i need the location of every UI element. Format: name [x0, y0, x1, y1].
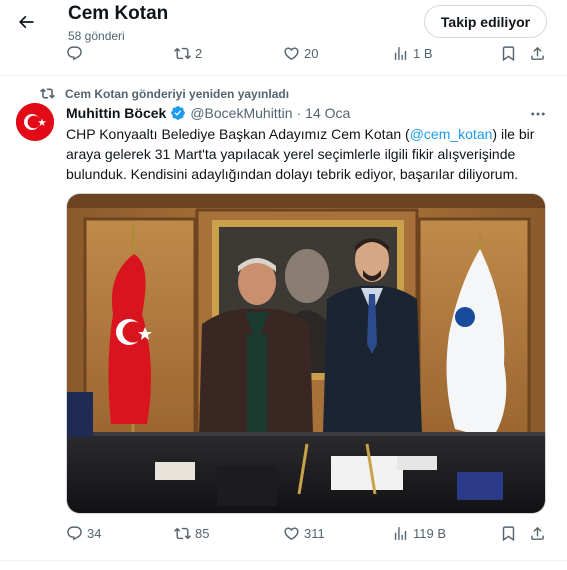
- retweet-icon: [174, 527, 191, 540]
- author-handle[interactable]: @BocekMuhittin: [190, 105, 292, 121]
- bookmark-button[interactable]: [500, 525, 517, 542]
- retweet-count: 2: [195, 46, 203, 61]
- views-count: 1 B: [413, 46, 433, 61]
- share-button[interactable]: [529, 45, 546, 62]
- views-button[interactable]: 119 B: [392, 525, 446, 542]
- share-icon: [531, 46, 544, 60]
- following-button[interactable]: Takip ediliyor: [424, 5, 547, 38]
- repost-context[interactable]: Cem Kotan gönderiyi yeniden yayınladı: [40, 86, 289, 101]
- like-button[interactable]: 20: [283, 45, 318, 62]
- profile-name: Cem Kotan: [68, 3, 169, 24]
- more-horizontal-icon: [531, 112, 545, 116]
- retweet-icon: [174, 47, 191, 60]
- bar-chart-icon: [394, 47, 407, 60]
- repost-context-label: Cem Kotan gönderiyi yeniden yayınladı: [65, 86, 290, 101]
- reply-icon: [67, 526, 82, 541]
- bookmark-icon: [502, 46, 515, 62]
- turkish-flag-icon: [16, 103, 54, 141]
- avatar[interactable]: [16, 103, 54, 141]
- office-meeting-photo: [67, 194, 545, 513]
- back-button[interactable]: [12, 8, 40, 36]
- like-button[interactable]: 311: [283, 525, 325, 542]
- bookmark-icon: [502, 526, 515, 542]
- bar-chart-icon: [394, 527, 407, 540]
- share-button[interactable]: [529, 525, 546, 542]
- reply-button[interactable]: 34: [66, 525, 101, 542]
- reply-icon: [67, 46, 82, 61]
- author-name[interactable]: Muhittin Böcek: [66, 105, 166, 121]
- share-icon: [531, 526, 544, 540]
- tweet-header: Muhittin Böcek @BocekMuhittin · 14 Oca: [66, 105, 350, 121]
- more-options-button[interactable]: [528, 106, 548, 122]
- retweet-count: 85: [195, 526, 210, 541]
- bookmark-button[interactable]: [500, 45, 517, 62]
- verified-badge-icon: [171, 106, 186, 120]
- like-count: 311: [304, 526, 325, 541]
- retweet-icon: [40, 88, 55, 99]
- profile-header: Cem Kotan 58 gönderi Takip ediliyor: [0, 0, 567, 48]
- tweet-text: CHP Konyaaltı Belediye Başkan Adayımız C…: [66, 124, 546, 184]
- arrow-left-icon: [18, 15, 34, 29]
- divider: [0, 75, 567, 76]
- retweet-button[interactable]: 85: [174, 525, 209, 542]
- reply-count: 34: [87, 526, 102, 541]
- tweet-photo[interactable]: [66, 193, 546, 514]
- tweet-date[interactable]: 14 Oca: [305, 105, 350, 121]
- separator: ·: [296, 105, 302, 121]
- heart-icon: [284, 47, 299, 60]
- retweet-button[interactable]: 2: [174, 45, 202, 62]
- reply-button[interactable]: [66, 45, 83, 62]
- tweet-actions: 34 85 311 119 B: [66, 525, 546, 547]
- previous-tweet-actions: 2 20 1 B: [66, 45, 546, 67]
- divider: [0, 560, 567, 561]
- views-button[interactable]: 1 B: [392, 45, 433, 62]
- tweet-text-part: CHP Konyaaltı Belediye Başkan Adayımız C…: [66, 126, 410, 142]
- heart-icon: [284, 527, 299, 540]
- views-count: 119 B: [413, 526, 447, 541]
- mention-link[interactable]: @cem_kotan: [410, 126, 493, 142]
- post-count: 58 gönderi: [68, 29, 125, 43]
- like-count: 20: [304, 46, 319, 61]
